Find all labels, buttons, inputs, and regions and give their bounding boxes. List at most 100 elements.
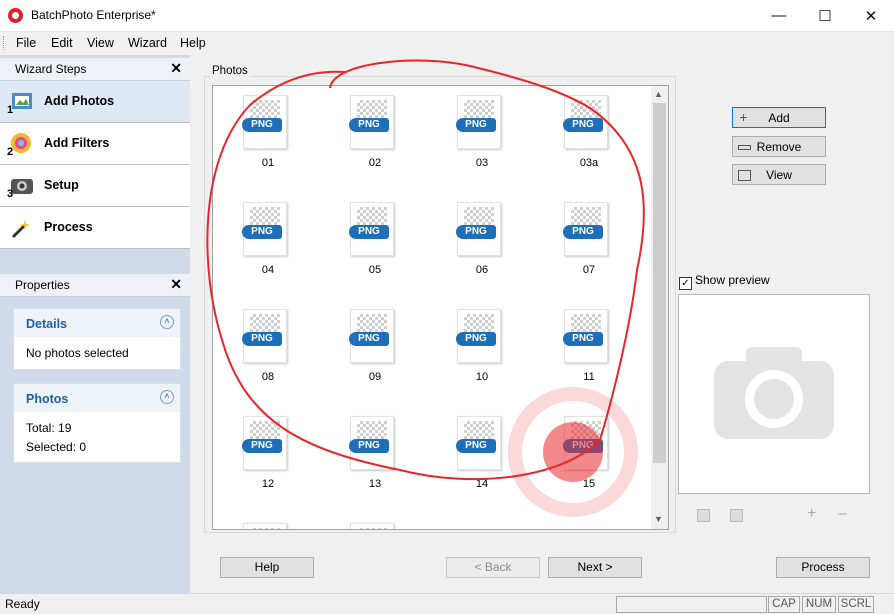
menu-bar: File Edit View Wizard Help — [0, 32, 894, 54]
photo-thumbnail[interactable]: PNG 02 — [322, 90, 402, 190]
photo-thumbnail[interactable]: PNG 13 — [322, 411, 402, 511]
photo-thumbnail[interactable] — [322, 518, 402, 529]
zoom-out-icon[interactable]: – — [838, 505, 847, 523]
photo-name: 09 — [368, 371, 382, 383]
close-panel-icon[interactable]: ✕ — [170, 276, 182, 293]
photo-name: 12 — [261, 478, 275, 490]
step-label: Setup — [44, 178, 79, 192]
photo-name: 01 — [261, 157, 275, 169]
menu-help[interactable]: Help — [180, 36, 206, 50]
png-file-icon: PNG — [456, 416, 501, 470]
photo-thumbnail[interactable]: PNG 15 — [536, 411, 616, 511]
scroll-down-icon[interactable]: ▼ — [654, 514, 663, 524]
zoom-in-icon[interactable]: + — [807, 505, 816, 523]
photos-list[interactable]: PNG 01 PNG 02 PNG 03 PNG 03a PNG 04 PNG 05 PNG 06 PNG 0… — [212, 85, 652, 530]
show-preview-checkbox[interactable]: ✓ Show preview — [679, 273, 770, 290]
step-add-photos[interactable]: 1 Add Photos — [0, 81, 190, 123]
menu-view[interactable]: View — [87, 36, 114, 50]
maximize-icon[interactable]: ☐ — [802, 0, 848, 31]
remove-button[interactable]: Remove — [732, 136, 826, 157]
png-file-icon — [350, 523, 394, 529]
collapse-icon[interactable]: ˄ — [160, 390, 174, 404]
png-file-icon: PNG — [349, 416, 394, 470]
scrollbar-thumb[interactable] — [653, 103, 666, 463]
file-type-badge: PNG — [242, 332, 282, 346]
photo-thumbnail[interactable]: PNG 03 — [429, 90, 509, 190]
close-icon[interactable]: ✕ — [848, 0, 894, 31]
photo-thumbnail[interactable]: PNG 09 — [322, 304, 402, 404]
photo-name: 05 — [368, 264, 382, 276]
add-button-label: Add — [768, 111, 790, 125]
file-type-badge: PNG — [563, 332, 603, 346]
preview-pane — [678, 294, 870, 494]
png-file-icon: PNG — [242, 416, 287, 470]
num-indicator: NUM — [802, 596, 836, 613]
details-text: No photos selected — [26, 346, 129, 360]
photo-name: 04 — [261, 264, 275, 276]
process-icon — [11, 219, 31, 239]
photo-name: 14 — [475, 478, 489, 490]
wizard-steps-header: Wizard Steps ✕ — [0, 58, 190, 81]
file-type-badge: PNG — [242, 225, 282, 239]
properties-header: Properties ✕ — [0, 274, 190, 297]
details-header[interactable]: Details ˄ — [14, 309, 180, 337]
photo-thumbnail[interactable]: PNG 14 — [429, 411, 509, 511]
step-process[interactable]: Process — [0, 207, 190, 249]
status-bar: Ready CAP NUM SCRL — [0, 593, 894, 614]
file-type-badge: PNG — [349, 332, 389, 346]
photo-thumbnail[interactable]: PNG 10 — [429, 304, 509, 404]
checkbox-check-icon[interactable]: ✓ — [679, 277, 692, 290]
step-number: 3 — [7, 188, 14, 200]
step-number: 2 — [7, 146, 14, 158]
file-type-badge: PNG — [563, 118, 603, 132]
photo-thumbnail[interactable]: PNG 07 — [536, 197, 616, 297]
file-type-badge: PNG — [456, 118, 496, 132]
photo-thumbnail[interactable]: PNG 06 — [429, 197, 509, 297]
show-preview-label: Show preview — [695, 273, 770, 287]
photos-group-label: Photos — [210, 65, 250, 77]
scrl-indicator: SCRL — [838, 596, 874, 613]
close-panel-icon[interactable]: ✕ — [170, 60, 182, 77]
preview-actual-size-icon[interactable] — [730, 509, 743, 522]
photo-thumbnail[interactable]: PNG 04 — [215, 197, 295, 297]
photo-name: 06 — [475, 264, 489, 276]
photo-thumbnail[interactable]: PNG 12 — [215, 411, 295, 511]
menu-file[interactable]: File — [16, 36, 36, 50]
photo-thumbnail[interactable] — [215, 518, 295, 529]
properties-title: Properties — [15, 278, 70, 292]
add-button[interactable]: + Add — [732, 107, 826, 128]
collapse-icon[interactable]: ˄ — [160, 315, 174, 329]
photo-thumbnail[interactable]: PNG 08 — [215, 304, 295, 404]
png-file-icon: PNG — [242, 202, 287, 256]
view-button[interactable]: View — [732, 164, 826, 185]
vertical-scrollbar[interactable]: ▲ ▼ — [651, 85, 669, 530]
png-file-icon: PNG — [456, 309, 501, 363]
help-button[interactable]: Help — [220, 557, 314, 578]
photos-title: Photos — [26, 392, 69, 406]
photo-thumbnail[interactable]: PNG 05 — [322, 197, 402, 297]
photo-thumbnail[interactable]: PNG 11 — [536, 304, 616, 404]
photo-thumbnail[interactable]: PNG 03a — [536, 90, 616, 190]
png-file-icon: PNG — [349, 309, 394, 363]
step-number: 1 — [7, 104, 14, 116]
minimize-icon[interactable]: — — [756, 0, 802, 31]
photo-thumbnail[interactable]: PNG 01 — [215, 90, 295, 190]
png-file-icon: PNG — [563, 416, 608, 470]
photo-name: 08 — [261, 371, 275, 383]
cap-indicator: CAP — [768, 596, 800, 613]
next-button[interactable]: Next > — [548, 557, 642, 578]
window-title: BatchPhoto Enterprise* — [31, 8, 156, 22]
remove-button-label: Remove — [756, 140, 802, 154]
process-button[interactable]: Process — [776, 557, 870, 578]
back-button[interactable]: < Back — [446, 557, 540, 578]
scroll-up-icon[interactable]: ▲ — [654, 89, 663, 99]
step-setup[interactable]: 3 Setup — [0, 165, 190, 207]
menu-wizard[interactable]: Wizard — [128, 36, 167, 50]
preview-fit-icon[interactable] — [697, 509, 710, 522]
photos-header[interactable]: Photos ˄ — [14, 384, 180, 412]
png-file-icon: PNG — [563, 309, 608, 363]
menu-edit[interactable]: Edit — [51, 36, 73, 50]
photo-name: 15 — [582, 478, 596, 490]
step-add-filters[interactable]: 2 Add Filters — [0, 123, 190, 165]
step-label: Add Photos — [44, 94, 115, 108]
